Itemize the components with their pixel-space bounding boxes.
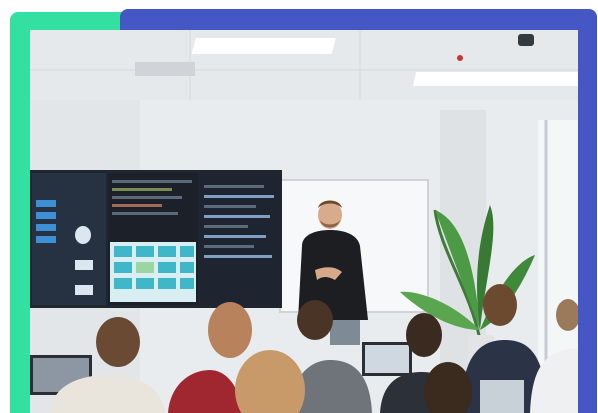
display-screens: [30, 170, 282, 308]
screen-right: [200, 173, 280, 305]
window: [538, 120, 578, 370]
ceiling-vent: [135, 62, 195, 76]
ceiling-light-1: [191, 38, 336, 54]
classroom-photo: [30, 30, 578, 413]
smoke-detector: [457, 55, 463, 61]
ceiling-light-2: [413, 72, 578, 86]
security-camera: [518, 34, 534, 46]
